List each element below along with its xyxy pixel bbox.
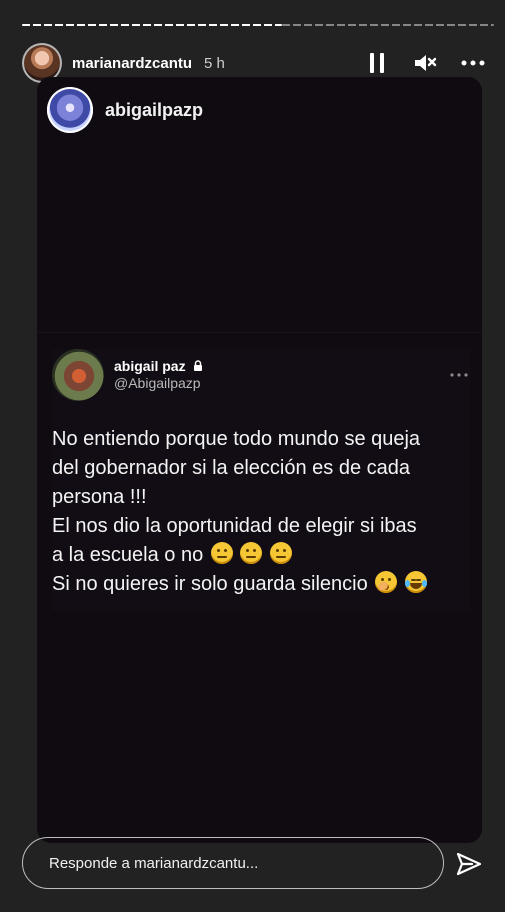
tweet-line-1: No entiendo porque todo mundo se queja <box>52 428 421 450</box>
tweet-line-6-text: Si no quieres ir solo guarda silencio <box>52 573 368 595</box>
reply-box[interactable] <box>22 837 444 889</box>
tweet-author: abigail paz @Abigailpazp <box>114 358 204 393</box>
tweet-avatar <box>52 349 104 401</box>
laughing-face-icon <box>404 571 427 593</box>
tweet-line-2: del gobernador si la elección es de cada <box>52 457 411 479</box>
more-button[interactable] <box>460 51 486 75</box>
more-icon <box>450 373 468 377</box>
send-icon <box>456 852 482 876</box>
send-button[interactable] <box>453 848 485 880</box>
progress-remaining-segment <box>281 23 494 26</box>
tweet-line-5-text: a la escuela o no <box>52 544 204 566</box>
neutral-face-icon <box>210 542 233 564</box>
tweet-text: No entiendo porque todo mundo se queja d… <box>52 425 470 599</box>
shared-username[interactable]: abigailpazp <box>105 100 203 121</box>
neutral-face-icon <box>240 542 263 564</box>
tweet-more-button <box>448 365 470 385</box>
tweet-header: abigail paz @Abigailpazp <box>52 349 470 401</box>
story-controls <box>364 51 494 75</box>
tweet-line-3: persona !!! <box>52 486 147 508</box>
shushing-face-icon <box>375 571 398 593</box>
tweet-name-row: abigail paz <box>114 358 204 376</box>
more-icon <box>461 60 485 66</box>
lock-icon <box>193 360 202 372</box>
neutral-face-icon <box>269 542 292 564</box>
mute-icon <box>415 55 437 71</box>
shared-profile-avatar[interactable] <box>47 87 93 133</box>
tweet-line-6: Si no quieres ir solo guarda silencio <box>52 570 470 599</box>
mute-button[interactable] <box>412 51 438 75</box>
tweet-author-name: abigail paz <box>114 357 186 374</box>
story-card: abigailpazp abigail paz @Abigailpazp No … <box>37 77 482 843</box>
tweet-handle: @Abigailpazp <box>114 375 201 391</box>
progress-current-segment <box>22 23 282 26</box>
tweet-card: abigail paz @Abigailpazp No entiendo por… <box>52 349 470 611</box>
post-time: 5 h <box>204 54 225 72</box>
reply-input[interactable] <box>47 853 419 873</box>
pause-button[interactable] <box>364 51 390 75</box>
story-progress <box>22 23 494 26</box>
shared-story-header: abigailpazp <box>47 87 203 133</box>
pause-icon <box>370 53 384 73</box>
content-divider <box>37 332 482 333</box>
username[interactable]: marianardzcantu <box>72 55 192 72</box>
tweet-line-4: El nos dio la oportunidad de elegir si i… <box>52 515 417 537</box>
tweet-line-5: a la escuela o no <box>52 541 470 570</box>
